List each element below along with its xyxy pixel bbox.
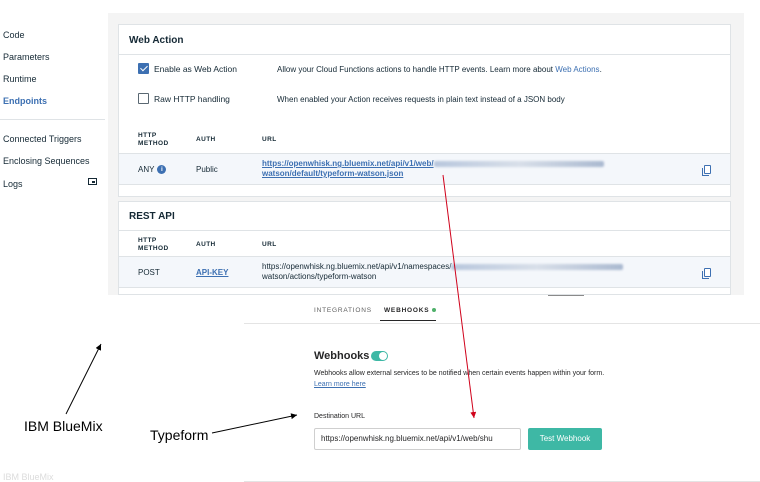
enable-desc-end: . — [599, 65, 602, 74]
card-divider — [119, 230, 730, 231]
header-auth: AUTH — [196, 241, 216, 248]
sidebar-item-runtime[interactable]: Runtime — [3, 74, 37, 84]
bluemix-arrow — [65, 343, 102, 415]
enable-web-action-description: Allow your Cloud Functions actions to ha… — [277, 65, 602, 74]
header-url: URL — [262, 241, 277, 248]
sidebar-item-endpoints[interactable]: Endpoints — [3, 96, 47, 106]
sidebar-item-enclosing-sequences[interactable]: Enclosing Sequences — [3, 156, 90, 166]
header-method: METHOD — [138, 140, 169, 147]
table-row: POST API-KEY https://openwhisk.ng.bluemi… — [119, 256, 730, 288]
typeform-arrow — [211, 413, 298, 434]
rest-api-title: REST API — [129, 211, 175, 222]
card-divider — [119, 54, 730, 55]
annotation-ibm-bluemix: IBM BlueMix — [24, 418, 103, 434]
web-action-url-link[interactable]: https://openwhisk.ng.bluemix.net/api/v1/… — [262, 159, 604, 179]
rest-api-url: https://openwhisk.ng.bluemix.net/api/v1/… — [262, 262, 624, 282]
webhooks-heading: Webhooks — [314, 350, 370, 362]
table-row: ANY i Public https://openwhisk.ng.bluemix… — [119, 153, 730, 185]
header-method: METHOD — [138, 245, 169, 252]
redacted-namespace — [451, 263, 624, 270]
destination-url-input[interactable]: https://openwhisk.ng.bluemix.net/api/v1/… — [314, 428, 521, 450]
web-action-card: Web Action Enable as Web Action Allow yo… — [118, 24, 731, 197]
sidebar-item-parameters[interactable]: Parameters — [3, 52, 50, 62]
info-icon[interactable]: i — [157, 165, 167, 175]
header-http-method: HTTP METHOD — [138, 237, 169, 253]
enable-web-action-checkbox[interactable] — [138, 63, 149, 74]
copy-icon[interactable] — [702, 268, 711, 279]
sidebar-item-code[interactable]: Code — [3, 30, 25, 40]
tab-integrations[interactable]: INTEGRATIONS — [314, 307, 372, 314]
header-http-method: HTTP METHOD — [138, 132, 169, 148]
row-method: POST — [138, 268, 160, 277]
raw-http-checkbox[interactable] — [138, 93, 149, 104]
actions-endpoints-panel: Web Action Enable as Web Action Allow yo… — [108, 13, 744, 295]
header-http: HTTP — [138, 132, 157, 139]
tab-webhooks-label: WEBHOOKS — [384, 307, 430, 314]
header-auth: AUTH — [196, 136, 216, 143]
webhooks-toggle[interactable] — [371, 351, 388, 361]
header-url: URL — [262, 136, 277, 143]
redacted-namespace — [433, 160, 604, 167]
scroll-indicator — [548, 295, 584, 296]
sidebar-divider — [0, 119, 105, 120]
header-http: HTTP — [138, 237, 157, 244]
active-tab-underline — [380, 320, 436, 321]
tabs-divider — [244, 323, 760, 324]
sidebar-item-logs[interactable]: Logs — [3, 179, 23, 189]
api-key-link[interactable]: API-KEY — [196, 268, 228, 277]
raw-http-description: When enabled your Action receives reques… — [277, 95, 565, 104]
learn-more-link[interactable]: Learn more here — [314, 381, 366, 388]
active-status-dot — [432, 308, 437, 313]
sidebar-item-connected-triggers[interactable]: Connected Triggers — [3, 134, 82, 144]
method-value: ANY — [138, 165, 155, 174]
annotation-typeform: Typeform — [150, 427, 209, 443]
copy-icon[interactable] — [702, 165, 711, 176]
url-line-2: watson/actions/typeform-watson — [262, 272, 377, 281]
destination-url-label: Destination URL — [314, 413, 365, 420]
url-line-2: watson/default/typeform-watson.json — [262, 169, 404, 178]
row-auth: Public — [196, 165, 218, 174]
enable-web-action-label: Enable as Web Action — [154, 64, 238, 74]
tab-webhooks[interactable]: WEBHOOKS — [384, 307, 437, 314]
ghost-label: IBM BlueMix — [3, 472, 54, 482]
url-line-1: https://openwhisk.ng.bluemix.net/api/v1/… — [262, 262, 452, 271]
url-line-1: https://openwhisk.ng.bluemix.net/api/v1/… — [262, 159, 434, 168]
test-webhook-button[interactable]: Test Webhook — [528, 428, 602, 450]
rest-api-card: REST API HTTP METHOD AUTH URL POST API-K… — [118, 201, 731, 295]
web-action-title: Web Action — [129, 35, 184, 46]
enable-desc-text: Allow your Cloud Functions actions to ha… — [277, 65, 553, 74]
external-window-icon[interactable] — [88, 178, 97, 185]
raw-http-label: Raw HTTP handling — [154, 94, 230, 104]
row-method: ANY i — [138, 165, 167, 175]
webhooks-description: Webhooks allow external services to be n… — [314, 370, 605, 377]
web-actions-link[interactable]: Web Actions — [555, 65, 599, 74]
